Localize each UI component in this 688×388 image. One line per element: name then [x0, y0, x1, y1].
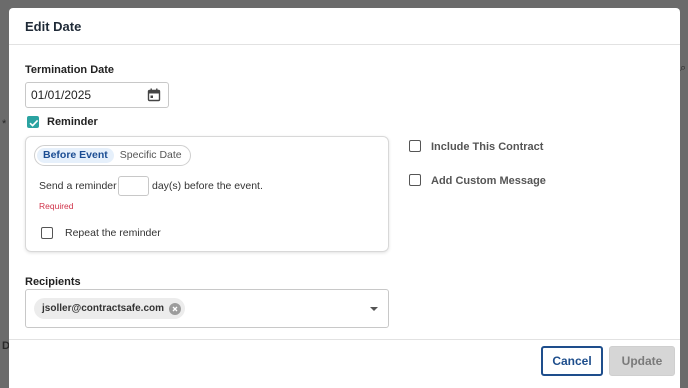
required-error: Required	[39, 201, 74, 211]
repeat-reminder-label: Repeat the reminder	[65, 227, 161, 239]
include-contract-checkbox[interactable]	[409, 140, 421, 152]
dialog-header: Edit Date	[9, 8, 680, 45]
send-reminder-suffix: day(s) before the event.	[152, 180, 263, 192]
remove-recipient-button[interactable]	[169, 302, 182, 315]
cancel-button[interactable]: Cancel	[541, 346, 603, 376]
checkmark-icon	[29, 119, 39, 127]
update-button[interactable]: Update	[609, 346, 675, 376]
edit-date-dialog: Edit Date Termination Date Reminder Befo…	[9, 8, 680, 388]
recipients-select[interactable]: jsoller@contractsafe.com	[25, 289, 389, 328]
reminder-days-input[interactable]	[118, 176, 149, 196]
reminder-panel: Before Event Specific Date Send a remind…	[25, 136, 389, 252]
recipients-label: Recipients	[25, 276, 81, 288]
tab-specific-date[interactable]: Specific Date	[114, 148, 188, 163]
recipient-email: jsoller@contractsafe.com	[42, 303, 165, 314]
add-custom-message-label: Add Custom Message	[431, 175, 546, 187]
include-contract-label: Include This Contract	[431, 141, 544, 153]
background-fragment: *	[2, 118, 7, 130]
add-custom-message-checkbox[interactable]	[409, 174, 421, 186]
dialog-footer: Cancel Update	[9, 339, 680, 388]
background-search-icon: ⌕	[680, 62, 687, 74]
close-circle-icon	[172, 306, 178, 311]
recipient-chip: jsoller@contractsafe.com	[34, 298, 186, 319]
dialog-title: Edit Date	[25, 19, 82, 34]
reminder-checkbox[interactable]	[27, 116, 39, 128]
send-reminder-prefix: Send a reminder	[39, 180, 117, 192]
reminder-mode-toggle: Before Event Specific Date	[34, 145, 191, 166]
repeat-reminder-checkbox[interactable]	[41, 227, 53, 239]
termination-date-input[interactable]	[31, 88, 141, 102]
termination-date-label: Termination Date	[25, 64, 115, 76]
chevron-down-icon[interactable]	[370, 307, 378, 311]
reminder-label: Reminder	[47, 116, 98, 128]
termination-date-field[interactable]	[25, 82, 169, 108]
calendar-icon[interactable]	[147, 88, 161, 102]
tab-before-event[interactable]: Before Event	[37, 148, 114, 163]
